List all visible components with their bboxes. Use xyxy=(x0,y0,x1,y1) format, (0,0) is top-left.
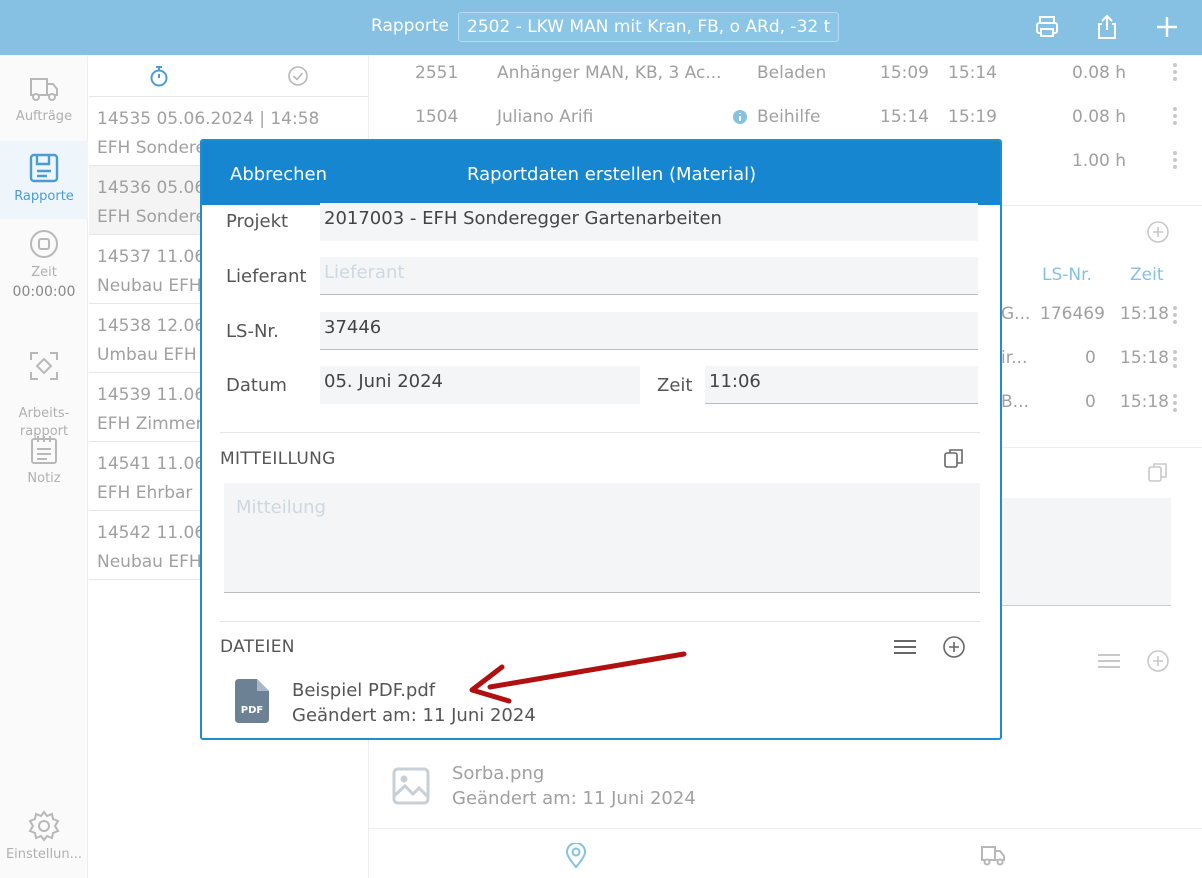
truck-icon xyxy=(30,78,58,101)
menu-icon[interactable] xyxy=(1096,651,1122,671)
material-zeit: 15:18 xyxy=(1120,392,1169,412)
work-from: 15:09 xyxy=(880,63,929,83)
work-from: 15:14 xyxy=(880,107,929,127)
column-header-ls: LS-Nr. xyxy=(1042,265,1092,285)
more-icon[interactable] xyxy=(1173,107,1177,128)
project-selector[interactable]: 2502 - LKW MAN mit Kran, FB, o ARd, -32 … xyxy=(458,12,840,42)
report-icon xyxy=(29,153,59,183)
cancel-button[interactable]: Abbrechen xyxy=(230,164,327,185)
divider xyxy=(220,621,980,622)
mitteilung-header: MITTEILLUNG xyxy=(220,449,336,469)
datum-label: Datum xyxy=(226,375,287,396)
work-hours: 1.00 h xyxy=(1072,151,1127,171)
note-icon xyxy=(31,436,57,464)
sidebar-item-label: Zeit xyxy=(31,265,57,280)
more-icon[interactable] xyxy=(1173,306,1177,327)
location-pin-icon[interactable] xyxy=(565,843,587,869)
top-bar: Rapporte 2502 - LKW MAN mit Kran, FB, o … xyxy=(0,0,1202,55)
more-icon[interactable] xyxy=(1173,151,1177,172)
more-icon[interactable] xyxy=(1173,394,1177,415)
sidebar-item-label: Notiz xyxy=(27,471,61,486)
work-type: Beladen xyxy=(757,63,827,83)
work-hours: 0.08 h xyxy=(1072,63,1127,83)
copy-icon[interactable] xyxy=(1146,460,1170,484)
file-date: Geändert am: 11 Juni 2024 xyxy=(452,788,696,809)
copy-icon[interactable] xyxy=(942,446,966,470)
gear-icon xyxy=(28,810,60,842)
sidebar-item-auftraege[interactable]: Aufträge xyxy=(0,71,88,141)
lieferant-field[interactable]: Lieferant xyxy=(320,257,978,295)
material-ls: 0 xyxy=(1085,348,1096,368)
timer-value: 00:00:00 xyxy=(12,284,76,300)
sidebar: Aufträge Rapporte Zeit 00:00:00 Arbeits-… xyxy=(0,55,88,878)
svg-text:PDF: PDF xyxy=(241,705,263,716)
projekt-label: Projekt xyxy=(226,211,289,232)
mitteilung-box[interactable] xyxy=(999,498,1171,606)
zeit-label: Zeit xyxy=(657,375,693,396)
work-nr: 2551 xyxy=(415,63,459,83)
work-to: 15:14 xyxy=(948,63,997,83)
stop-icon xyxy=(30,230,58,258)
sidebar-item-label: Aufträge xyxy=(15,109,73,124)
file-name[interactable]: Sorba.png xyxy=(452,763,544,784)
menu-icon[interactable] xyxy=(892,637,918,657)
page-title: Rapporte xyxy=(371,16,449,36)
more-icon[interactable] xyxy=(1173,63,1177,84)
material-ls: 176469 xyxy=(1040,304,1105,324)
file-date: Geändert am: 11 Juni 2024 xyxy=(292,705,536,726)
share-icon[interactable] xyxy=(1094,14,1120,40)
check-circle-icon[interactable] xyxy=(287,65,309,87)
material-name: G... xyxy=(1001,304,1031,324)
more-icon[interactable] xyxy=(1173,350,1177,371)
add-file-icon[interactable] xyxy=(942,635,966,659)
sidebar-item-notiz[interactable]: Notiz xyxy=(0,433,88,503)
work-type: Beihilfe xyxy=(757,107,821,127)
material-ls: 0 xyxy=(1085,392,1096,412)
truck-icon[interactable] xyxy=(979,843,1007,867)
datum-field[interactable]: 05. Juni 2024 xyxy=(320,366,640,404)
plus-icon[interactable] xyxy=(1154,14,1180,40)
work-nr: 1504 xyxy=(415,107,459,127)
sidebar-item-einstellungen[interactable]: Einstellun... xyxy=(0,809,88,873)
ls-nr-field[interactable]: 37446 xyxy=(320,312,978,350)
ls-nr-label: LS-Nr. xyxy=(226,321,279,342)
column-header-zeit: Zeit xyxy=(1130,265,1164,285)
dialog-header: Abbrechen Raportdaten erstellen (Materia… xyxy=(202,141,1000,205)
lieferant-label: Lieferant xyxy=(226,266,307,287)
scan-icon xyxy=(30,352,58,380)
material-zeit: 15:18 xyxy=(1120,348,1169,368)
zeit-field[interactable]: 11:06 xyxy=(705,366,978,404)
add-circle-icon[interactable] xyxy=(1146,649,1170,673)
work-row[interactable]: 1504 Juliano Arifi Beihilfe 15:14 15:19 … xyxy=(369,99,1202,143)
dateien-header: DATEIEN xyxy=(220,637,295,657)
sidebar-item-zeit[interactable]: Zeit 00:00:00 xyxy=(0,227,88,327)
image-file-icon xyxy=(392,767,430,805)
material-name: B... xyxy=(1001,392,1029,412)
list-item-title: 14535 05.06.2024 | 14:58 xyxy=(97,109,320,129)
sidebar-item-label: Rapporte xyxy=(14,189,74,204)
mitteilung-input[interactable]: Mitteilung xyxy=(224,483,980,593)
work-name: Juliano Arifi xyxy=(497,107,594,127)
annotation-arrow-icon xyxy=(469,651,687,704)
file-name[interactable]: Beispiel PDF.pdf xyxy=(292,680,435,701)
work-to: 15:19 xyxy=(948,107,997,127)
work-row[interactable]: 2551 Anhänger MAN, KB, 3 Ac... Beladen 1… xyxy=(369,55,1202,99)
printer-icon[interactable] xyxy=(1034,14,1060,40)
dialog-title: Raportdaten erstellen (Material) xyxy=(467,164,757,185)
bottom-bar xyxy=(369,828,1202,878)
add-circle-icon[interactable] xyxy=(1146,220,1170,244)
work-hours: 0.08 h xyxy=(1072,107,1127,127)
material-zeit: 15:18 xyxy=(1120,304,1169,324)
material-name: ir... xyxy=(1001,348,1028,368)
projekt-field[interactable]: 2017003 - EFH Sonderegger Gartenarbeiten xyxy=(320,203,978,241)
work-name: Anhänger MAN, KB, 3 Ac... xyxy=(497,63,722,83)
divider xyxy=(220,432,980,433)
sidebar-item-rapporte[interactable]: Rapporte xyxy=(0,141,88,219)
sidebar-item-arbeitsrapport[interactable]: Arbeits- rapport xyxy=(0,331,88,439)
sidebar-item-label: Einstellun... xyxy=(5,847,83,862)
info-icon[interactable] xyxy=(732,109,748,125)
stopwatch-icon[interactable] xyxy=(149,65,169,87)
list-header xyxy=(89,55,368,97)
pdf-file-icon: PDF xyxy=(235,679,269,723)
